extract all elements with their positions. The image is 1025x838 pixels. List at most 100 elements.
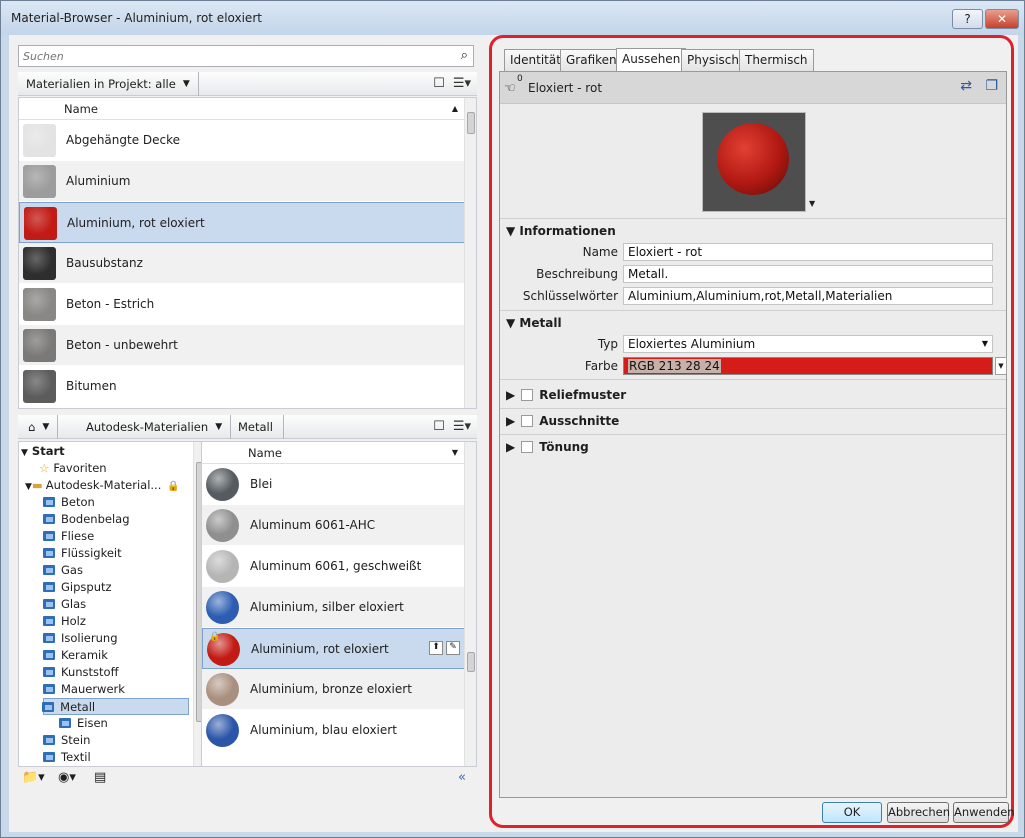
tab-thermisch[interactable]: Thermisch [739, 49, 814, 72]
list-item[interactable]: Aluminium, bronze eloxiert [202, 669, 476, 710]
category-icon [43, 667, 55, 677]
informationen-header[interactable]: ▼ Informationen [506, 224, 616, 238]
project-filter[interactable]: Materialien in Projekt: alle ▼ [18, 72, 199, 96]
scroll-thumb[interactable] [467, 652, 475, 672]
metall-header[interactable]: ▼ Metall [506, 316, 562, 330]
ausschnitte-checkbox[interactable] [521, 415, 534, 427]
home-button[interactable]: ⌂ ▼ [18, 415, 59, 439]
tree-item[interactable]: Textil [43, 749, 91, 766]
library-material-list: Name ▼ Blei Aluminum 6061-AHC Aluminum 6061… [201, 441, 477, 767]
list-view-icon[interactable]: ☰▾ [453, 76, 471, 91]
expand-icon: ▶ [506, 388, 516, 402]
library-scrollbar[interactable] [464, 442, 476, 766]
scroll-thumb[interactable] [467, 112, 475, 134]
tree-item[interactable]: Flüssigkeit [43, 545, 122, 562]
tree-item[interactable]: Beton [43, 494, 95, 511]
tree-item[interactable]: Eisen [59, 715, 108, 732]
tree-item[interactable]: Fliese [43, 528, 94, 545]
list-item[interactable]: Aluminium, rot eloxiert 🔒 ⬆ ✎ [202, 628, 476, 669]
breadcrumb-library[interactable]: Autodesk-Materialien ▼ [78, 415, 232, 439]
add-material-icon[interactable]: ◉▾ [58, 770, 76, 785]
list-item[interactable]: Beton - Estrich [19, 284, 476, 325]
list-item[interactable]: Abgehängte Decke [19, 120, 476, 161]
tree-item[interactable]: Stein [43, 732, 90, 749]
tree-item[interactable]: Isolierung [43, 630, 118, 647]
tab-aussehen[interactable]: Aussehen [616, 48, 687, 73]
description-field[interactable]: Metall. [623, 265, 993, 283]
tree-item[interactable]: Gipsputz [43, 579, 112, 596]
list-item[interactable]: Aluminum 6061, geschweißt [202, 546, 476, 587]
add-to-project-icon[interactable]: ⬆ [429, 641, 443, 655]
list-item-label: Aluminium [66, 174, 131, 188]
tree-item[interactable]: ▼ Start [21, 443, 65, 460]
project-scrollbar[interactable] [464, 98, 476, 408]
tree-item-label: Metall [60, 700, 96, 714]
tab-identitaet[interactable]: Identität [504, 49, 567, 72]
apply-button[interactable]: Anwenden [953, 802, 1015, 823]
list-item[interactable]: Aluminium [19, 161, 476, 202]
tree-item-label: Start [31, 444, 65, 458]
search-box[interactable]: ⌕ [18, 45, 474, 67]
list-item[interactable]: Aluminium, rot eloxiert [19, 202, 476, 243]
expand-icon[interactable]: ▼ [21, 448, 28, 458]
field-label-beschreibung: Beschreibung [536, 267, 618, 281]
project-column-header[interactable]: Name ▲ [19, 98, 476, 120]
keywords-field[interactable]: Aluminium,Aluminium,rot,Metall,Materiali… [623, 287, 993, 305]
list-item[interactable]: Aluminium, blau eloxiert [202, 710, 476, 751]
farbe-dropdown[interactable]: ▼ [995, 357, 1007, 375]
tree-item[interactable]: Kunststoff [43, 664, 119, 681]
search-icon[interactable]: ⌕ [461, 48, 468, 63]
tree-item[interactable]: Holz [43, 613, 86, 630]
tree-item[interactable]: ▼ Metall [34, 698, 189, 715]
collapse-icon[interactable]: « [458, 770, 466, 785]
typ-select[interactable]: Eloxiertes Aluminium ▼ [623, 335, 993, 353]
tree-item[interactable]: Bodenbelag [43, 511, 130, 528]
editor-icon[interactable]: ▤ [94, 770, 106, 785]
list-item[interactable]: Beton - unbewehrt [19, 325, 476, 366]
library-column-header[interactable]: Name ▼ [202, 442, 476, 464]
duplicate-asset-icon[interactable]: ❐ [985, 78, 998, 94]
toenung-checkbox[interactable] [521, 441, 534, 453]
panel-icon[interactable]: ☐ [433, 76, 445, 91]
list-item[interactable]: Bitumen [19, 366, 476, 407]
close-button[interactable]: ✕ [985, 9, 1019, 29]
tree-item[interactable]: Glas [43, 596, 86, 613]
chevron-down-icon[interactable]: ▼ [809, 199, 815, 208]
breadcrumb-metall[interactable]: Metall [230, 415, 284, 439]
name-field[interactable]: Eloxiert - rot [623, 243, 993, 261]
expand-icon[interactable]: ▼ [34, 704, 40, 713]
list-item-label: Aluminum 6061, geschweißt [250, 559, 422, 573]
material-preview[interactable] [702, 112, 806, 212]
expand-icon[interactable]: ▼ [25, 482, 32, 492]
tree-item[interactable]: ☆ Favoriten [25, 460, 107, 477]
ok-button[interactable]: OK [822, 802, 882, 823]
category-icon [43, 582, 55, 592]
list-item[interactable]: Blei [202, 464, 476, 505]
edit-material-icon[interactable]: ✎ [446, 641, 460, 655]
panel-icon[interactable]: ☐ [433, 419, 445, 434]
list-view-icon[interactable]: ☰▾ [453, 419, 471, 434]
cancel-button[interactable]: Abbrechen [887, 802, 950, 823]
tree-item[interactable]: ▼▬ Autodesk-Material... 🔒 [25, 477, 180, 494]
reliefmuster-header[interactable]: ▶ Reliefmuster [506, 388, 626, 402]
ausschnitte-header[interactable]: ▶ Ausschnitte [506, 414, 619, 428]
list-item[interactable]: Aluminium, silber eloxiert [202, 587, 476, 628]
expand-icon: ▶ [506, 440, 516, 454]
tab-grafiken[interactable]: Grafiken [560, 49, 623, 72]
search-input[interactable] [23, 48, 443, 64]
field-label-typ: Typ [597, 337, 618, 351]
farbe-color-field[interactable]: RGB 213 28 24 [623, 357, 993, 375]
tree-item[interactable]: Gas [43, 562, 83, 579]
tab-physisch[interactable]: Physisch [681, 49, 745, 72]
tree-item[interactable]: Keramik [43, 647, 108, 664]
help-button[interactable]: ? [952, 9, 983, 29]
list-item[interactable]: Aluminum 6061-AHC [202, 505, 476, 546]
list-item[interactable]: Bausubstanz [19, 243, 476, 284]
replace-asset-icon[interactable]: ⇄ [960, 78, 972, 94]
library-folder-icon[interactable]: 📁▾ [22, 770, 45, 785]
view-buttons: ☐ ☰▾ [425, 76, 471, 91]
toenung-header[interactable]: ▶ Tönung [506, 440, 589, 454]
reliefmuster-checkbox[interactable] [521, 389, 534, 401]
tree-item[interactable]: Mauerwerk [43, 681, 125, 698]
material-thumbnail [206, 673, 239, 706]
